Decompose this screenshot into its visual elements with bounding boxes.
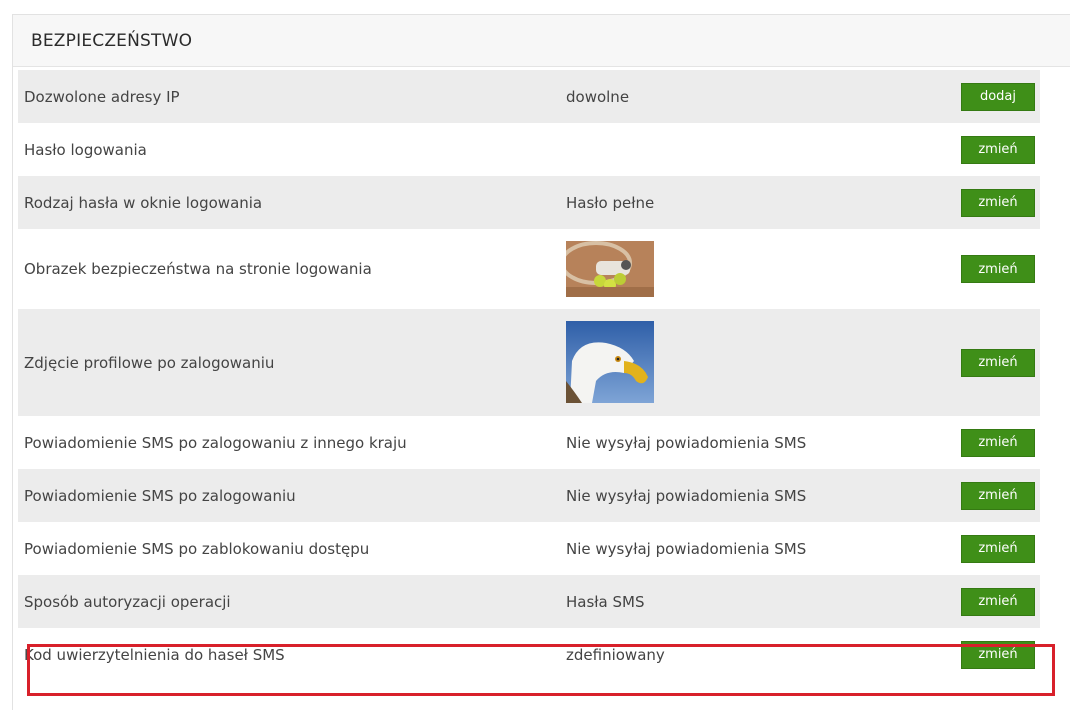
panel-header: BEZPIECZEŃSTWO — [13, 15, 1070, 67]
setting-label: Zdjęcie profilowe po zalogowaniu — [24, 353, 275, 372]
setting-row-authorization-method: Sposób autoryzacji operacji Hasła SMS zm… — [18, 575, 1040, 628]
setting-row-sms-login: Powiadomienie SMS po zalogowaniu Nie wys… — [18, 469, 1040, 522]
setting-row-sms-blocked: Powiadomienie SMS po zablokowaniu dostęp… — [18, 522, 1040, 575]
setting-value: Hasła SMS — [566, 592, 645, 611]
change-button[interactable]: zmień — [961, 255, 1035, 283]
setting-row-password-type: Rodzaj hasła w oknie logowania Hasło peł… — [18, 176, 1040, 229]
change-button[interactable]: zmień — [961, 135, 1035, 164]
setting-label: Powiadomienie SMS po zalogowaniu — [24, 486, 296, 505]
setting-label: Powiadomienie SMS po zablokowaniu dostęp… — [24, 539, 370, 558]
setting-row-login-password: Hasło logowania zmień — [18, 123, 1040, 176]
setting-label: Obrazek bezpieczeństwa na stronie logowa… — [24, 260, 372, 278]
change-button[interactable]: zmień — [961, 188, 1035, 217]
change-button[interactable]: zmień — [961, 534, 1035, 563]
setting-label: Dozwolone adresy IP — [24, 87, 180, 106]
add-button[interactable]: dodaj — [961, 82, 1035, 111]
setting-value: Hasło pełne — [566, 193, 655, 212]
change-button[interactable]: zmień — [961, 428, 1035, 457]
setting-value: dowolne — [566, 87, 630, 106]
setting-row-allowed-ip: Dozwolone adresy IP dowolne dodaj — [18, 70, 1040, 123]
setting-value: Nie wysyłaj powiadomienia SMS — [566, 486, 807, 505]
setting-row-sms-foreign-login: Powiadomienie SMS po zalogowaniu z inneg… — [18, 416, 1040, 469]
setting-value: Nie wysyłaj powiadomienia SMS — [566, 539, 807, 558]
change-button[interactable]: zmień — [961, 640, 1035, 669]
setting-label: Hasło logowania — [24, 140, 147, 159]
panel-title: BEZPIECZEŃSTWO — [31, 30, 193, 51]
eagle-thumbnail — [566, 321, 654, 403]
setting-value: Nie wysyłaj powiadomienia SMS — [566, 433, 807, 452]
setting-label: Kod uwierzytelnienia do haseł SMS — [24, 645, 285, 664]
setting-row-sms-auth-code: Kod uwierzytelnienia do haseł SMS zdefin… — [18, 628, 1040, 681]
change-button[interactable]: zmień — [961, 481, 1035, 510]
setting-row-security-image: Obrazek bezpieczeństwa na stronie logowa… — [18, 229, 1040, 309]
setting-value: zdefiniowany — [566, 645, 665, 664]
change-button[interactable]: zmień — [961, 348, 1035, 377]
tennis-balls-thumbnail — [566, 241, 654, 297]
change-button[interactable]: zmień — [961, 587, 1035, 616]
setting-label: Powiadomienie SMS po zalogowaniu z inneg… — [24, 433, 407, 452]
setting-label: Rodzaj hasła w oknie logowania — [24, 193, 263, 212]
setting-row-profile-photo: Zdjęcie profilowe po zalogowaniu zmień — [18, 309, 1040, 416]
setting-label: Sposób autoryzacji operacji — [24, 592, 231, 611]
settings-list: Dozwolone adresy IP dowolne dodaj Hasło … — [18, 70, 1040, 681]
